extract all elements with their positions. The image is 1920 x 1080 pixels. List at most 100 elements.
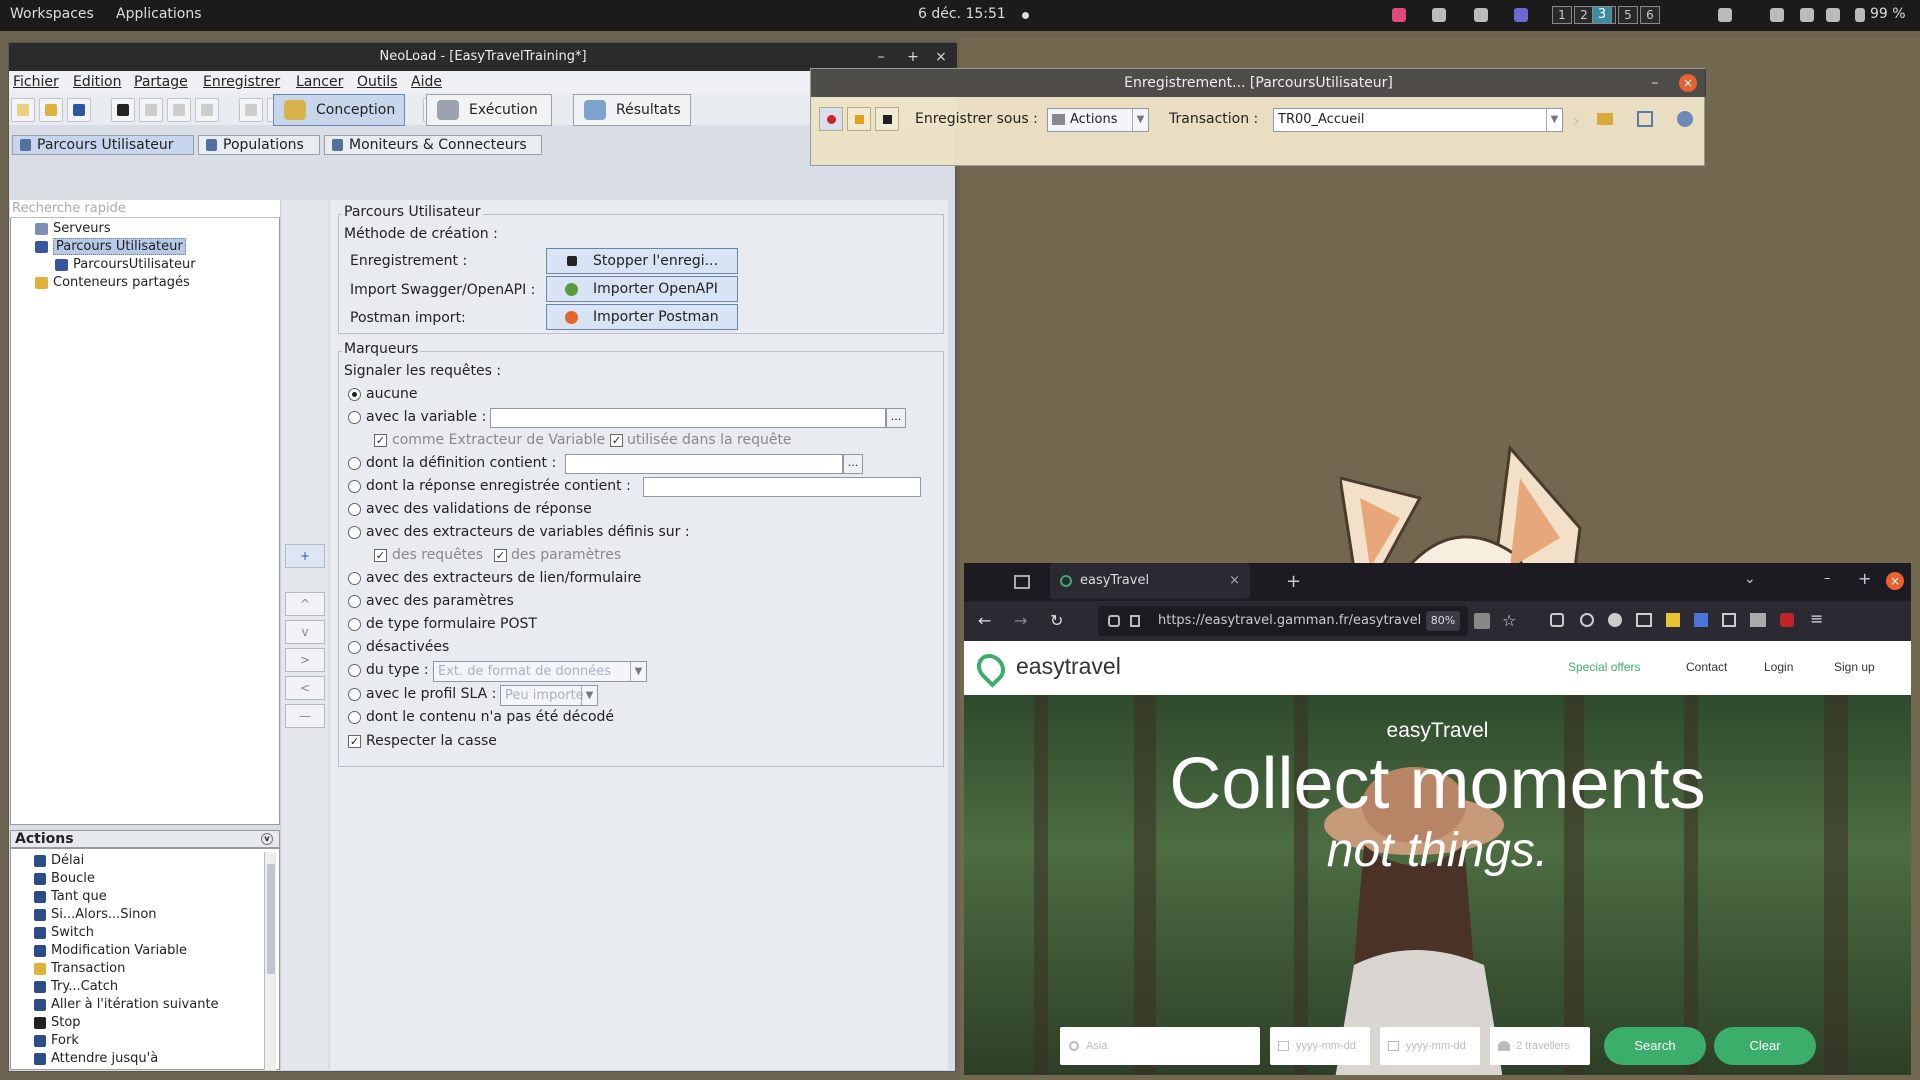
pause-button[interactable]	[847, 107, 871, 131]
used-checkbox[interactable]: ✓	[610, 434, 623, 447]
lock-icon[interactable]	[1130, 615, 1140, 627]
travellers-input[interactable]: 2 travellers	[1490, 1027, 1590, 1065]
zoom-level[interactable]: 80%	[1426, 611, 1460, 631]
action-item[interactable]: Boucle	[34, 871, 95, 886]
discord-tray-icon[interactable]	[1474, 8, 1488, 22]
wifi-icon[interactable]	[1800, 8, 1814, 22]
checkin-date-input[interactable]: yyyy-mm-dd	[1270, 1027, 1370, 1065]
easytravel-logo-icon[interactable]	[971, 648, 1011, 688]
next-transaction-icon[interactable]: ›	[1573, 111, 1579, 130]
forward-button[interactable]: →	[1014, 611, 1027, 630]
layout-icon[interactable]	[1718, 8, 1732, 22]
tree-node-servers[interactable]: Serveurs	[35, 221, 111, 236]
radio-type[interactable]	[348, 664, 361, 677]
workspaces-menu[interactable]: Workspaces	[10, 6, 94, 22]
save-button[interactable]	[67, 98, 91, 122]
cloud-button[interactable]	[239, 98, 263, 122]
copy-tray-icon[interactable]	[1432, 8, 1446, 22]
tab-conception[interactable]: Conception	[273, 94, 405, 126]
import-openapi-button[interactable]: Importer OpenAPI	[546, 276, 738, 302]
variable-picker-button[interactable]: ...	[886, 408, 906, 428]
workspace-2[interactable]: 2	[1574, 6, 1594, 24]
tree-node-user-path-item[interactable]: ParcoursUtilisateur	[55, 257, 196, 272]
tree-node-user-paths[interactable]: Parcours Utilisateur	[35, 238, 186, 255]
teams-tray-icon[interactable]	[1514, 8, 1528, 22]
close-button[interactable]: ×	[927, 43, 955, 71]
collapse-icon[interactable]: v	[261, 833, 273, 845]
site-logo-text[interactable]: easytravel	[1016, 653, 1121, 680]
tree-node-shared[interactable]: Conteneurs partagés	[35, 275, 190, 290]
transaction-input[interactable]: TR00_Accueil ▼	[1273, 108, 1563, 132]
extension-icon[interactable]	[1608, 613, 1622, 627]
search-button[interactable]: Search	[1604, 1027, 1706, 1065]
clear-button[interactable]: Clear	[1714, 1027, 1816, 1065]
action-item[interactable]: Tant que	[34, 889, 107, 904]
bookmark-star-icon[interactable]: ☆	[1502, 611, 1516, 630]
stop-recording-button[interactable]: Stopper l'enregi...	[546, 248, 738, 274]
tab-populations[interactable]: Populations	[198, 135, 320, 155]
extension-hat-icon[interactable]	[1750, 613, 1766, 627]
radio-params[interactable]	[348, 595, 361, 608]
shield-icon[interactable]	[1108, 615, 1120, 627]
reload-button[interactable]: ↻	[1050, 611, 1063, 630]
scrollbar-thumb[interactable]	[267, 864, 275, 974]
translator-icon[interactable]	[1694, 613, 1708, 627]
clock[interactable]: 6 déc. 15:51	[918, 6, 1006, 22]
nav-special-offers[interactable]: Special offers	[1568, 660, 1641, 674]
ublock-icon[interactable]	[1780, 613, 1794, 627]
menu-lancer[interactable]: Lancer	[296, 74, 343, 90]
quick-search-input[interactable]: Recherche rapide	[10, 200, 280, 218]
sla-select[interactable]: Peu importe ▼	[500, 685, 598, 706]
radio-undecoded[interactable]	[348, 711, 361, 724]
list-tabs-icon[interactable]: ⌄	[1744, 571, 1756, 587]
action-item[interactable]: Try...Catch	[34, 979, 118, 994]
action-item[interactable]: Switch	[34, 925, 94, 940]
remove-button[interactable]: —	[285, 704, 325, 728]
import-postman-button[interactable]: Importer Postman	[546, 304, 738, 330]
action-item[interactable]: Délai	[34, 853, 84, 868]
response-input[interactable]	[643, 477, 921, 497]
minimize-button[interactable]: –	[1824, 571, 1831, 586]
new-project-button[interactable]	[11, 98, 35, 122]
nav-contact[interactable]: Contact	[1686, 660, 1727, 674]
radio-none[interactable]	[348, 388, 361, 401]
open-folder-icon[interactable]	[1597, 113, 1613, 125]
record-button[interactable]	[819, 107, 843, 131]
stop-button[interactable]	[111, 98, 135, 122]
move-right-button[interactable]: >	[285, 648, 325, 672]
move-left-button[interactable]: <	[285, 676, 325, 700]
app-tray-icon[interactable]	[1392, 8, 1406, 22]
params-checkbox[interactable]: ✓	[494, 549, 507, 562]
tab-monitors[interactable]: Moniteurs & Connecteurs	[324, 135, 542, 155]
radio-sla[interactable]	[348, 688, 361, 701]
tab-results[interactable]: Résultats	[573, 94, 691, 126]
tab-execution[interactable]: Exécution	[426, 94, 552, 126]
workspace-6[interactable]: 6	[1640, 6, 1660, 24]
extractor-checkbox[interactable]: ✓	[374, 434, 387, 447]
translate-icon[interactable]	[1474, 613, 1490, 629]
action-item[interactable]: Attendre jusqu'à	[34, 1051, 158, 1066]
menu-outils[interactable]: Outils	[357, 74, 397, 90]
save-under-select[interactable]: Actions ▼	[1047, 108, 1149, 132]
menu-enregistrer[interactable]: Enregistrer	[203, 74, 280, 90]
play-button[interactable]	[195, 98, 219, 122]
minimize-button[interactable]: –	[867, 43, 895, 71]
move-up-button[interactable]: ^	[285, 592, 325, 616]
minimize-button[interactable]: –	[1641, 69, 1669, 97]
close-tab-icon[interactable]: ×	[1229, 563, 1240, 599]
radio-response[interactable]	[348, 480, 361, 493]
radio-disabled[interactable]	[348, 641, 361, 654]
radio-link-extractors[interactable]	[348, 572, 361, 585]
definition-picker-button[interactable]: ...	[843, 454, 863, 474]
workspace-1[interactable]: 1	[1552, 6, 1572, 24]
tab-overview-icon[interactable]	[1014, 575, 1030, 589]
radio-definition[interactable]	[348, 457, 361, 470]
action-item[interactable]: Si...Alors...Sinon	[34, 907, 157, 922]
actions-scrollbar[interactable]	[264, 852, 276, 1070]
account-icon[interactable]	[1580, 613, 1594, 627]
type-select[interactable]: Ext. de format de données ▼	[433, 661, 647, 682]
extension-w-icon[interactable]	[1666, 613, 1680, 627]
new-tab-button[interactable]: +	[1286, 571, 1301, 592]
close-button[interactable]: ×	[1679, 74, 1697, 92]
reader-icon[interactable]	[1636, 613, 1652, 627]
